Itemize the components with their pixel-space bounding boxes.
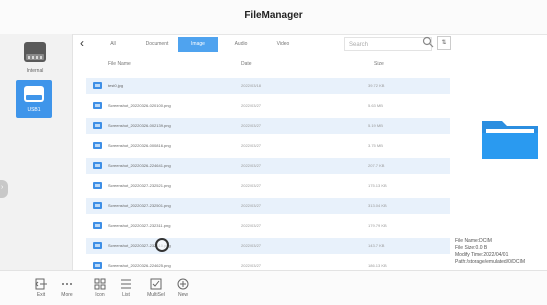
multi-select-label: MultiSel [147, 292, 165, 298]
file-row[interactable]: Screenshot_20220326-000816.png 2022/03/2… [86, 138, 450, 154]
file-size: 39.72 KB [368, 83, 385, 88]
sidebar-toggle-handle[interactable]: › [0, 180, 8, 198]
image-file-icon [93, 142, 102, 149]
back-arrow-icon[interactable]: ‹ [80, 36, 84, 50]
file-name: Screenshot_20220326-224641.png [108, 163, 171, 168]
file-size: 186.13 KB [368, 263, 387, 268]
file-name: Screenshot_20220327-232501.png [108, 203, 171, 208]
tab-document[interactable]: Document [138, 37, 176, 52]
file-row[interactable]: Screenshot_20220327-232311.png 2022/03/2… [86, 218, 450, 234]
more-label: More [61, 292, 73, 298]
file-name: Screenshot_20220326-224625.png [108, 263, 171, 268]
file-name: Screenshot_20220326-002139.png [108, 123, 171, 128]
file-date: 2022/03/27 [241, 123, 262, 128]
tab-video[interactable]: Video [266, 37, 300, 52]
file-date: 2022/03/27 [241, 223, 262, 228]
file-name: test0.jpg [108, 83, 124, 88]
exit-button[interactable]: Exit [28, 277, 54, 298]
file-row[interactable]: Screenshot_20220327-232510.png 2022/03/2… [86, 238, 450, 254]
image-file-icon [93, 102, 102, 109]
file-date: 2022/03/18 [241, 83, 262, 88]
info-path: Path:/storage/emulated/0/DCIM [455, 259, 526, 265]
file-size: 313.04 KB [368, 203, 387, 208]
sidebar-item-label: Internal [26, 68, 44, 74]
image-file-icon [93, 242, 102, 249]
multi-select-button[interactable]: MultiSel [143, 277, 169, 298]
sidebar-item-label: USB1 [27, 107, 41, 113]
folder-preview-icon [482, 121, 538, 159]
storage-sidebar: Internal USB1 › [0, 34, 73, 270]
file-size: 179.79 KB [368, 223, 387, 228]
file-name: Screenshot_20220326-020100.png [108, 103, 171, 108]
tab-audio[interactable]: Audio [224, 37, 258, 52]
image-file-icon [93, 262, 102, 269]
more-dots-icon [62, 283, 72, 285]
chevron-right-icon: › [1, 184, 4, 191]
grid-view-icon [94, 278, 106, 290]
column-header-date: Date [241, 61, 252, 67]
file-row[interactable]: Screenshot_20220326-224641.png 2022/03/2… [86, 158, 450, 174]
file-row[interactable]: Screenshot_20220326-020100.png 2022/03/2… [86, 98, 450, 114]
checkbox-icon [150, 278, 162, 290]
more-button[interactable]: More [54, 277, 80, 298]
file-row[interactable]: test0.jpg 2022/03/18 39.72 KB [86, 78, 450, 94]
file-date: 2022/03/27 [241, 263, 262, 268]
file-row[interactable]: Screenshot_20220326-002139.png 2022/03/2… [86, 118, 450, 134]
plus-circle-icon [177, 278, 189, 290]
list-view-icon [121, 279, 131, 289]
sidebar-item-internal[interactable]: Internal [22, 40, 72, 74]
info-modify-time: Modify Time:2022/04/01 [455, 252, 509, 258]
file-size: 3.75 MB [368, 143, 383, 148]
list-view-button[interactable]: List [113, 277, 139, 298]
exit-label: Exit [36, 292, 46, 298]
search-icon[interactable] [422, 36, 434, 48]
file-date: 2022/03/27 [241, 243, 262, 248]
bottom-toolbar: Exit More Icon List MultiSel New [0, 270, 547, 305]
file-size: 5.63 MB [368, 103, 383, 108]
info-file-size: File Size:0.0 B [455, 245, 488, 251]
file-size: 207.7 KB [368, 163, 385, 168]
file-date: 2022/03/27 [241, 103, 262, 108]
app-title: FileManager [244, 10, 303, 21]
file-name: Screenshot_20220327-232311.png [108, 223, 171, 228]
image-file-icon [93, 202, 102, 209]
sort-dropdown-icon[interactable]: ⇅ [437, 36, 451, 50]
list-view-label: List [122, 292, 130, 298]
title-bar: FileManager [0, 0, 547, 35]
category-tabs: ‹ All Document Image Audio Video Search [76, 34, 450, 54]
image-file-icon [93, 122, 102, 129]
tab-all[interactable]: All [98, 37, 128, 52]
column-header-name: File Name [108, 61, 131, 67]
info-file-name: File Name:DCIM [455, 238, 492, 244]
touch-cursor [155, 238, 169, 252]
file-row[interactable]: Screenshot_20220327-232501.png 2022/03/2… [86, 198, 450, 214]
image-file-icon [93, 82, 102, 89]
new-label: New [177, 292, 188, 298]
icon-view-button[interactable]: Icon [87, 277, 113, 298]
search-input[interactable]: Search [344, 37, 432, 51]
image-file-icon [93, 182, 102, 189]
file-size: 143.7 KB [368, 243, 385, 248]
file-size: 5.19 MB [368, 123, 383, 128]
file-info-panel: File Name:DCIM File Size:0.0 B Modify Ti… [455, 238, 525, 266]
hard-drive-icon [24, 42, 46, 62]
exit-icon [35, 278, 47, 290]
usb-drive-icon [24, 86, 44, 102]
image-file-icon [93, 162, 102, 169]
tab-image[interactable]: Image [178, 37, 218, 52]
file-date: 2022/03/27 [241, 183, 262, 188]
file-name: Screenshot_20220327-232521.png [108, 183, 171, 188]
column-header-size: Size [374, 61, 384, 67]
file-date: 2022/03/27 [241, 203, 262, 208]
file-row[interactable]: Screenshot_20220327-232521.png 2022/03/2… [86, 178, 450, 194]
file-size: 175.13 KB [368, 183, 387, 188]
file-date: 2022/03/27 [241, 163, 262, 168]
image-file-icon [93, 222, 102, 229]
icon-view-label: Icon [95, 292, 105, 298]
file-date: 2022/03/27 [241, 143, 262, 148]
sidebar-item-usb1[interactable]: USB1 [16, 80, 52, 118]
file-name: Screenshot_20220326-000816.png [108, 143, 171, 148]
new-button[interactable]: New [170, 277, 196, 298]
